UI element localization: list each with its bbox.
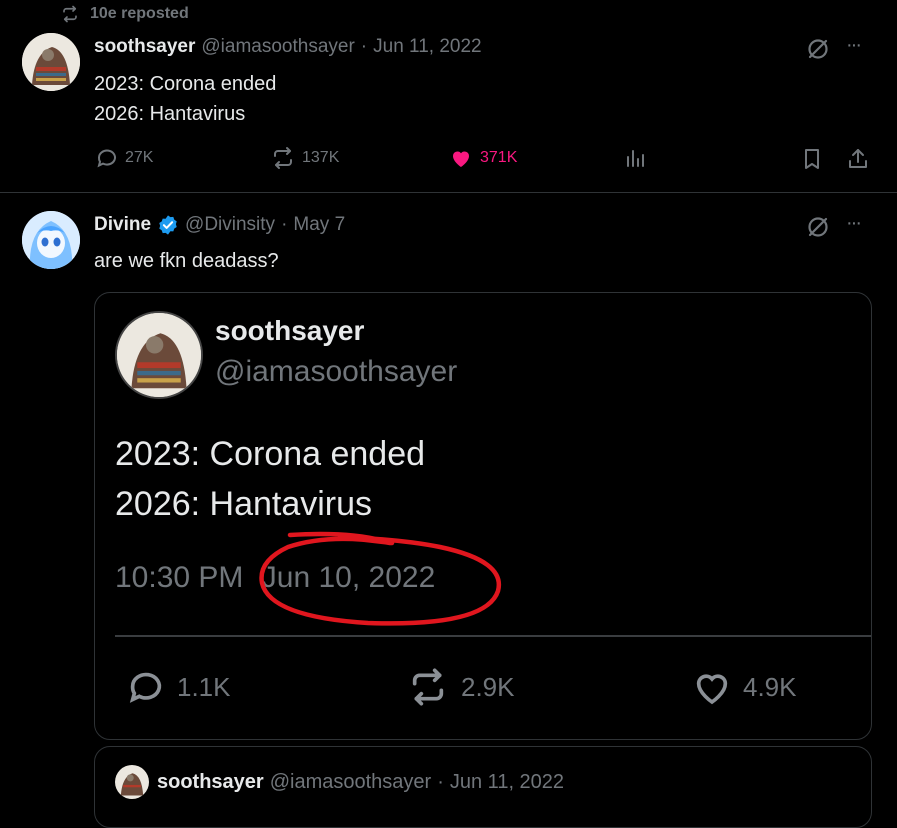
author-handle[interactable]: @iamasoothsayer	[201, 36, 354, 58]
tweet-text: 2023: Corona ended 2026: Hantavirus	[94, 69, 276, 129]
red-circle-annotation	[259, 531, 502, 626]
tweet-date[interactable]: May 7	[293, 214, 345, 236]
separator-dot: ·	[437, 771, 444, 793]
like-button[interactable]: 371K	[448, 146, 517, 170]
reply-icon	[125, 667, 167, 707]
avatar[interactable]	[22, 33, 80, 91]
image-repost-count: 2.9K	[461, 671, 515, 702]
tweet-header: Divine @Divinsity · May 7	[94, 214, 345, 236]
quoted-header: soothsayer @iamasoothsayer · Jun 11, 202…	[157, 771, 564, 794]
tweet-line: 2023: Corona ended	[94, 73, 277, 95]
share-button[interactable]	[846, 146, 870, 172]
image-like-stat: 4.9K	[691, 667, 797, 707]
like-count: 371K	[480, 149, 518, 166]
image-tweet-line: 2023: Corona ended	[115, 435, 426, 473]
heart-icon	[691, 667, 733, 707]
tweet-line: 2026: Hantavirus	[94, 103, 246, 125]
repost-count: 137K	[302, 149, 340, 166]
tweet-header: soothsayer @iamasoothsayer · Jun 11, 202…	[94, 36, 482, 58]
image-like-count: 4.9K	[743, 671, 797, 702]
repost-button[interactable]: 137K	[270, 146, 339, 170]
tweet-divider	[0, 192, 897, 193]
quoted-tweet[interactable]: soothsayer @iamasoothsayer · Jun 11, 202…	[94, 746, 872, 828]
repost-label: 10e reposted	[90, 5, 189, 22]
author-handle[interactable]: @Divinsity	[185, 214, 275, 236]
image-reply-stat: 1.1K	[125, 667, 231, 707]
analytics-icon	[624, 146, 648, 170]
tweet-date[interactable]: Jun 11, 2022	[373, 36, 481, 58]
reply-icon	[95, 146, 119, 170]
repost-icon	[270, 146, 296, 170]
repost-icon	[405, 667, 451, 707]
grok-icon[interactable]	[805, 36, 831, 62]
quoted-author-handle: @iamasoothsayer	[269, 771, 432, 793]
verified-badge-icon	[157, 214, 179, 236]
share-icon	[846, 146, 870, 172]
separator-dot: ·	[281, 214, 288, 235]
author-name[interactable]: soothsayer	[94, 36, 195, 58]
tweet-text: are we fkn deadass?	[94, 250, 279, 272]
image-repost-stat: 2.9K	[405, 667, 515, 707]
image-author-handle: @iamasoothsayer	[215, 355, 458, 388]
more-options-icon[interactable]: ···	[846, 34, 862, 57]
heart-filled-icon	[448, 146, 474, 170]
views-button[interactable]	[624, 146, 648, 170]
more-options-icon[interactable]: ···	[846, 212, 862, 235]
separator-dot: ·	[360, 36, 368, 57]
avatar[interactable]	[22, 211, 80, 269]
bookmark-icon	[800, 146, 824, 172]
image-time: 10:30 PM	[115, 561, 244, 594]
avatar	[115, 765, 149, 799]
quoted-author-name: soothsayer	[157, 771, 264, 793]
image-reply-count: 1.1K	[177, 671, 231, 702]
image-tweet-text: 2023: Corona ended 2026: Hantavirus	[115, 429, 425, 529]
repost-header[interactable]: 10e reposted	[60, 5, 189, 23]
attached-image[interactable]: soothsayer @iamasoothsayer 2023: Corona …	[94, 292, 872, 740]
avatar	[115, 311, 203, 399]
reply-button[interactable]: 27K	[95, 146, 153, 170]
grok-icon[interactable]	[805, 214, 831, 240]
reply-count: 27K	[125, 149, 154, 166]
image-divider	[115, 635, 871, 637]
image-author-name: soothsayer	[215, 315, 365, 346]
author-name[interactable]: Divine	[94, 214, 151, 236]
quoted-date: Jun 11, 2022	[449, 771, 565, 793]
repost-icon	[60, 5, 80, 23]
bookmark-button[interactable]	[800, 146, 824, 172]
